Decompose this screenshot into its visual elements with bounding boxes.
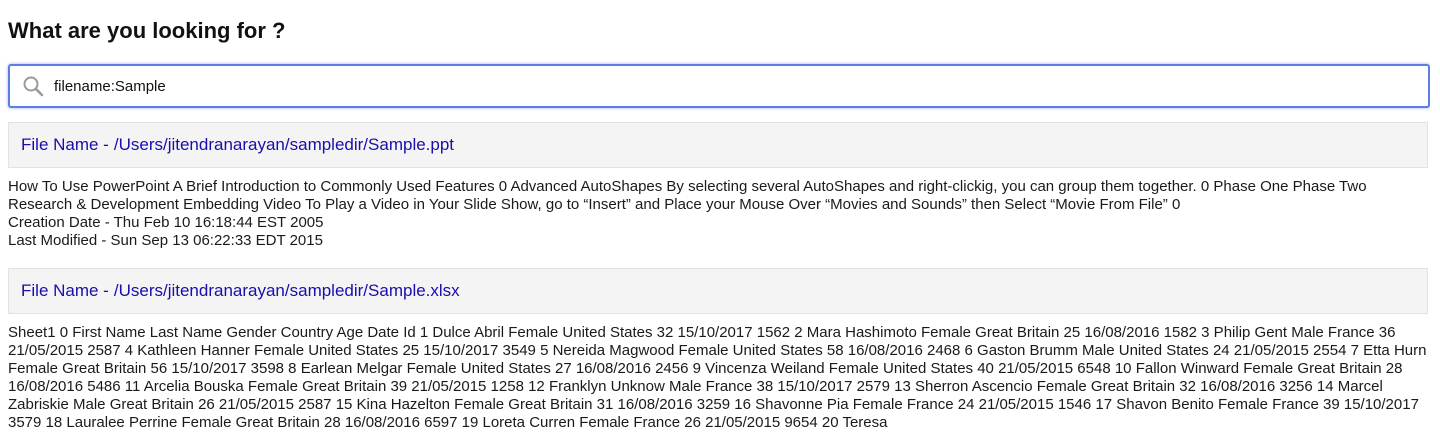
result-link[interactable]: File Name -/Users/jitendranarayan/sample… xyxy=(21,281,460,301)
result-link-path: /Users/jitendranarayan/sampledir/Sample.… xyxy=(113,135,455,154)
last-modified: Last Modified - Sun Sep 13 06:22:33 EDT … xyxy=(8,232,323,249)
result-body: How To Use PowerPoint A Brief Introducti… xyxy=(8,178,1428,250)
result-content: Sheet1 0 First Name Last Name Gender Cou… xyxy=(8,324,1427,431)
creation-date: Creation Date - Thu Feb 10 16:18:44 EST … xyxy=(8,214,324,231)
result-link-prefix: File Name - xyxy=(21,135,109,154)
result-link[interactable]: File Name -/Users/jitendranarayan/sample… xyxy=(21,135,454,155)
search-icon xyxy=(20,73,46,99)
result-header: File Name -/Users/jitendranarayan/sample… xyxy=(8,122,1428,168)
result-link-path: /Users/jitendranarayan/sampledir/Sample.… xyxy=(113,281,460,300)
result-link-prefix: File Name - xyxy=(21,281,109,300)
result-body: Sheet1 0 First Name Last Name Gender Cou… xyxy=(8,324,1428,432)
result-content: How To Use PowerPoint A Brief Introducti… xyxy=(8,178,1367,213)
page-title: What are you looking for ? xyxy=(8,18,286,43)
result-header: File Name -/Users/jitendranarayan/sample… xyxy=(8,268,1428,314)
search-input[interactable] xyxy=(50,71,1428,101)
search-page: What are you looking for ? File Name -/U… xyxy=(0,0,1430,434)
search-box[interactable] xyxy=(8,64,1430,108)
